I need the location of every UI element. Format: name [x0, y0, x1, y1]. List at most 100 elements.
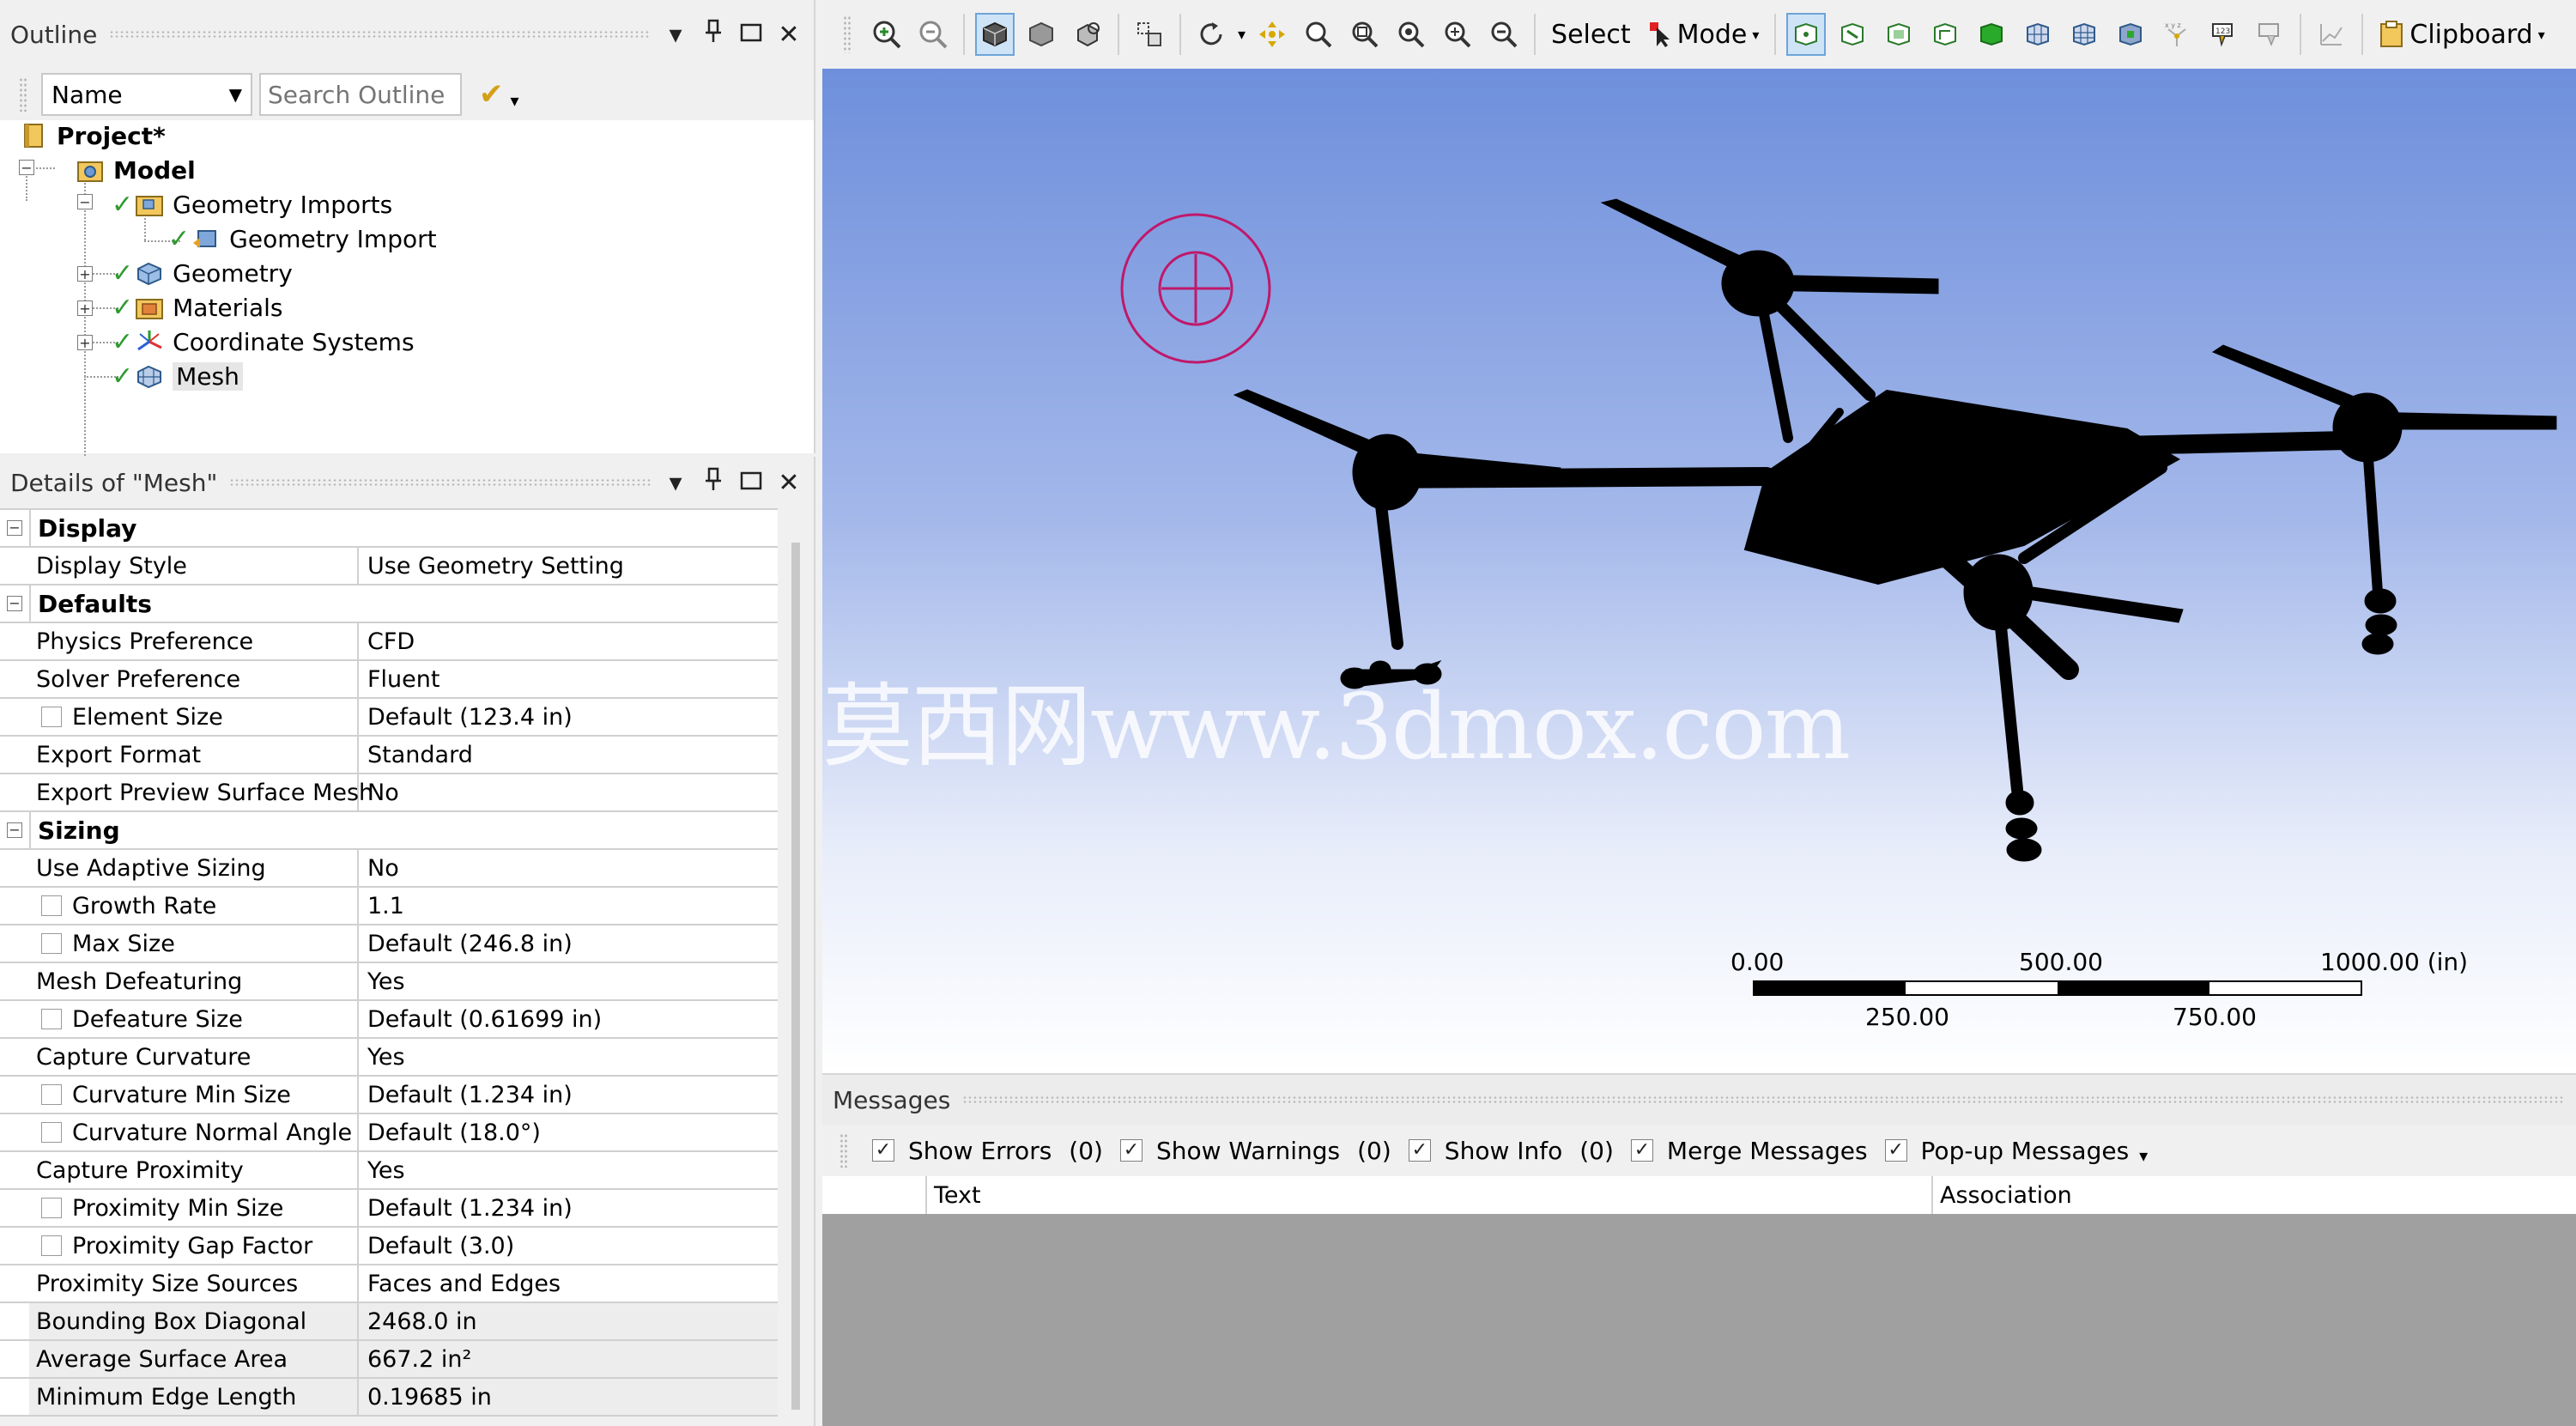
outline-menu-dropdown-icon[interactable]: ▾ [663, 20, 688, 50]
label-icon[interactable]: 123 [2203, 13, 2243, 56]
graphics-viewport[interactable]: 莫西网www.3dmox.com 0.00 500.00 1000.00 (in… [822, 69, 2576, 1073]
filter-field-select[interactable]: Name ▼ [41, 73, 252, 116]
details-pin-icon[interactable] [700, 467, 726, 498]
detail-value[interactable]: No [359, 850, 778, 886]
select-mesh-elements-icon[interactable] [2064, 13, 2104, 56]
outline-close-icon[interactable]: ✕ [776, 20, 802, 50]
graph-icon[interactable] [2312, 13, 2351, 56]
detail-value[interactable]: 1.1 [359, 888, 778, 924]
materials-expand-toggle[interactable]: + [77, 300, 93, 316]
detail-row-curvature-min-size[interactable]: Curvature Min Size Default (1.234 in) [0, 1077, 778, 1114]
checked-checkbox-icon[interactable]: ✓ [1119, 1139, 1143, 1162]
rotate-dropdown-icon[interactable]: ▾ [1238, 26, 1246, 44]
parameter-checkbox[interactable] [41, 707, 62, 727]
checked-checkbox-icon[interactable]: ✓ [1408, 1139, 1431, 1162]
detail-value[interactable]: Yes [359, 1039, 778, 1075]
detail-row-max-size[interactable]: Max Size Default (246.8 in) [0, 925, 778, 963]
detail-value[interactable]: Default (1.234 in) [359, 1190, 778, 1226]
details-drag-grip[interactable] [229, 478, 651, 487]
details-maximize-icon[interactable] [738, 468, 764, 498]
detail-row-element-size[interactable]: Element Size Default (123.4 in) [0, 699, 778, 737]
geometry-imports-collapse-toggle[interactable]: − [77, 194, 93, 209]
search-options-dropdown-icon[interactable]: ▾ [511, 90, 519, 111]
parameter-checkbox[interactable] [41, 895, 62, 916]
popup-messages-toggle[interactable]: ✓ Pop-up Messages ▾ [1884, 1135, 2148, 1166]
detail-row-curvature-normal-angle[interactable]: Curvature Normal Angle Default (18.0°) [0, 1114, 778, 1152]
tree-item-geometry[interactable]: ✓ Geometry [112, 256, 293, 290]
tree-item-coordinate-systems[interactable]: ✓ Coordinate Systems [112, 325, 415, 359]
collapse-toggle-icon[interactable]: − [7, 520, 22, 536]
outline-pin-icon[interactable] [700, 19, 726, 50]
detail-row-export-format[interactable]: Export Format Standard [0, 737, 778, 774]
zoom-to-fit-icon[interactable] [867, 13, 906, 56]
details-menu-dropdown-icon[interactable]: ▾ [663, 468, 688, 498]
view-options-icon[interactable] [1068, 13, 1107, 56]
select-face-icon[interactable] [1879, 13, 1918, 56]
outline-maximize-icon[interactable] [738, 20, 764, 50]
detail-value[interactable]: Standard [359, 737, 778, 773]
parameter-checkbox[interactable] [41, 933, 62, 954]
coordinate-triad-icon[interactable]: x y z [2157, 13, 2197, 56]
zoom-to-selection-icon[interactable] [1438, 13, 1477, 56]
select-element-faces-icon[interactable] [2111, 13, 2150, 56]
model-collapse-toggle[interactable]: − [19, 160, 34, 175]
tree-item-geometry-imports[interactable]: ✓ Geometry Imports [112, 187, 392, 221]
shaded-view-icon[interactable] [975, 13, 1015, 56]
column-header-text[interactable]: Text [927, 1176, 1933, 1214]
detail-value[interactable]: Default (18.0°) [359, 1114, 778, 1150]
clipboard-dropdown[interactable]: Clipboard ▾ [2373, 20, 2549, 50]
tree-item-mesh[interactable]: ✓ Mesh [112, 359, 243, 393]
group-row-defaults[interactable]: − Defaults [0, 586, 778, 623]
previous-view-icon[interactable] [1484, 13, 1524, 56]
detail-value[interactable]: No [359, 774, 778, 810]
checked-checkbox-icon[interactable]: ✓ [1630, 1139, 1653, 1162]
select-vertex-icon[interactable] [1786, 13, 1827, 56]
detail-value[interactable]: Default (246.8 in) [359, 925, 778, 962]
detail-row-proximity-min-size[interactable]: Proximity Min Size Default (1.234 in) [0, 1190, 778, 1228]
detail-row-mesh-defeaturing[interactable]: Mesh Defeaturing Yes [0, 963, 778, 1001]
pan-icon[interactable] [1252, 13, 1292, 56]
show-warnings-toggle[interactable]: ✓ Show Warnings (0) [1119, 1137, 1391, 1165]
detail-value[interactable]: Use Geometry Setting [359, 548, 778, 584]
detail-row-capture-proximity[interactable]: Capture Proximity Yes [0, 1152, 778, 1190]
parameter-checkbox[interactable] [41, 1009, 62, 1029]
checked-checkbox-icon[interactable]: ✓ [872, 1139, 894, 1162]
show-errors-toggle[interactable]: ✓ Show Errors (0) [872, 1137, 1103, 1165]
details-close-icon[interactable]: ✕ [776, 468, 802, 498]
parameter-checkbox[interactable] [41, 1084, 62, 1105]
checked-checkbox-icon[interactable]: ✓ [1884, 1139, 1907, 1162]
outline-drag-grip[interactable] [109, 30, 651, 39]
select-edge-icon[interactable] [1833, 13, 1872, 56]
geometry-expand-toggle[interactable]: + [77, 266, 93, 282]
select-button[interactable]: Select [1546, 20, 1636, 50]
detail-value[interactable]: Default (0.61699 in) [359, 1001, 778, 1037]
box-zoom-icon[interactable] [1345, 13, 1385, 56]
group-row-display[interactable]: − Display [0, 510, 778, 548]
detail-row-physics-preference[interactable]: Physics Preference CFD [0, 623, 778, 661]
options-dropdown-icon[interactable]: ▾ [2139, 1145, 2148, 1166]
tree-item-materials[interactable]: ✓ Materials [112, 290, 282, 325]
detail-value[interactable]: Fluent [359, 661, 778, 697]
detail-row-proximity-size-sources[interactable]: Proximity Size Sources Faces and Edges [0, 1265, 778, 1303]
search-go-icon[interactable]: ✔ [479, 77, 504, 112]
select-body-icon[interactable] [1925, 13, 1965, 56]
detail-value[interactable]: Default (3.0) [359, 1228, 778, 1264]
detail-row-solver-preference[interactable]: Solver Preference Fluent [0, 661, 778, 699]
detail-value[interactable]: CFD [359, 623, 778, 659]
show-info-toggle[interactable]: ✓ Show Info (0) [1408, 1137, 1614, 1165]
detail-value[interactable]: Faces and Edges [359, 1265, 778, 1302]
tree-item-geometry-import[interactable]: ✓ Geometry Import [168, 221, 437, 256]
merge-messages-toggle[interactable]: ✓ Merge Messages [1630, 1137, 1868, 1165]
rotate-icon[interactable] [1191, 13, 1231, 56]
selection-mode-dropdown[interactable]: Mode ▾ [1643, 20, 1765, 50]
detail-value[interactable]: Yes [359, 1152, 778, 1188]
search-outline-input[interactable] [259, 73, 462, 116]
detail-value[interactable]: Yes [359, 963, 778, 999]
detail-row-proximity-gap-factor[interactable]: Proximity Gap Factor Default (3.0) [0, 1228, 778, 1265]
parameter-checkbox[interactable] [41, 1235, 62, 1256]
parameter-checkbox[interactable] [41, 1122, 62, 1143]
tree-item-model[interactable]: Model [76, 153, 196, 187]
coordinate-systems-expand-toggle[interactable]: + [77, 335, 93, 350]
details-scrollbar[interactable] [791, 543, 800, 1410]
detail-row-growth-rate[interactable]: Growth Rate 1.1 [0, 888, 778, 925]
